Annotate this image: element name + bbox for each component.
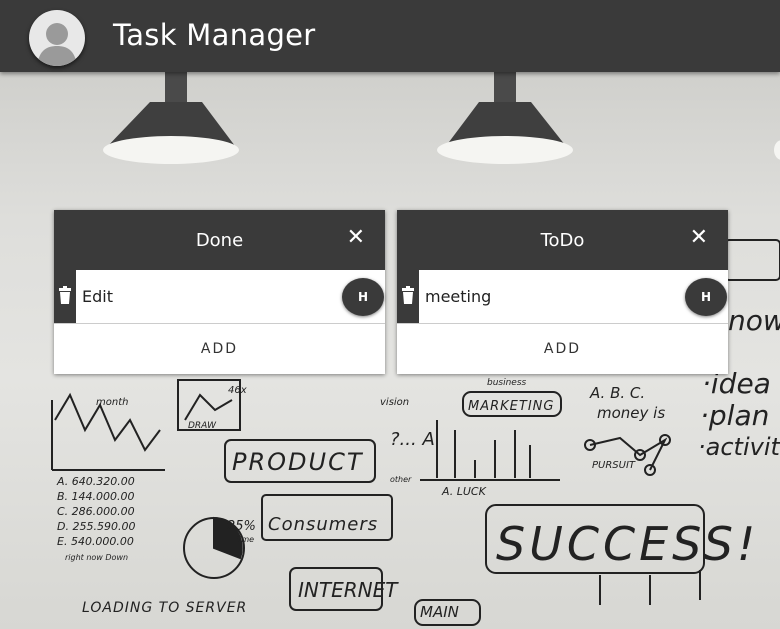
- close-list-button[interactable]: ✕: [347, 225, 365, 250]
- svg-text:INTERNET: INTERNET: [298, 578, 399, 602]
- svg-text:PURSUIT: PURSUIT: [592, 460, 636, 471]
- svg-text:vision: vision: [380, 397, 409, 408]
- add-task-button[interactable]: ADD: [54, 323, 385, 374]
- list-title: Done: [195, 230, 244, 251]
- svg-text:A. LUCK: A. LUCK: [441, 485, 487, 498]
- task-text: Edit: [82, 287, 113, 306]
- task-list-todo: ToDo ✕ meeting H ADD: [397, 210, 728, 374]
- svg-text:DRAW: DRAW: [188, 421, 217, 431]
- lamp-edge: [774, 140, 780, 160]
- task-list-done: Done ✕ Edit H ADD: [54, 210, 385, 374]
- delete-task-button[interactable]: [397, 270, 419, 323]
- svg-text:MARKETING: MARKETING: [468, 399, 554, 414]
- svg-text:·activit: ·activit: [698, 433, 780, 461]
- task-item[interactable]: Edit H: [54, 270, 385, 323]
- svg-text:time: time: [236, 535, 254, 544]
- svg-text:?... A: ?... A: [390, 429, 435, 450]
- svg-text:MAIN: MAIN: [420, 603, 459, 621]
- svg-text:D. 255.590.00: D. 255.590.00: [57, 520, 135, 533]
- svg-text:money is: money is: [597, 404, 665, 422]
- svg-text:A. 640.320.00: A. 640.320.00: [56, 475, 135, 488]
- trash-icon: [59, 286, 71, 304]
- list-header: Done ✕: [54, 210, 385, 270]
- list-title: ToDo: [540, 230, 585, 251]
- svg-text:month: month: [96, 397, 128, 408]
- top-app-bar: Task Manager: [0, 0, 780, 72]
- task-item[interactable]: meeting H: [397, 270, 728, 323]
- svg-text:PRODUCT: PRODUCT: [232, 448, 364, 476]
- person-silhouette-icon: [37, 23, 77, 66]
- svg-text:25%: 25%: [227, 519, 256, 534]
- delete-task-button[interactable]: [54, 270, 76, 323]
- user-avatar-icon[interactable]: [29, 10, 85, 66]
- svg-text:LOADING TO SERVER: LOADING TO SERVER: [82, 600, 247, 616]
- svg-text:Consumers: Consumers: [268, 514, 378, 535]
- close-list-button[interactable]: ✕: [690, 225, 708, 250]
- lamp-right: [437, 72, 573, 164]
- svg-text:business: business: [487, 378, 527, 388]
- lamp-left: [103, 72, 239, 164]
- svg-text:·plan: ·plan: [700, 399, 769, 432]
- add-task-button[interactable]: ADD: [397, 323, 728, 374]
- svg-text:right now Down: right now Down: [65, 553, 128, 562]
- svg-text:C. 286.000.00: C. 286.000.00: [57, 505, 135, 518]
- svg-text:now: now: [728, 304, 780, 337]
- task-text: meeting: [425, 287, 492, 306]
- svg-text:A. B. C.: A. B. C.: [589, 384, 645, 402]
- app-title: Task Manager: [113, 18, 316, 52]
- svg-text:other: other: [390, 475, 412, 484]
- priority-badge[interactable]: H: [342, 278, 384, 316]
- list-header: ToDo ✕: [397, 210, 728, 270]
- svg-text:46x: 46x: [228, 385, 247, 396]
- priority-badge[interactable]: H: [685, 278, 727, 316]
- svg-text:SUCCESS!: SUCCESS!: [496, 517, 759, 571]
- svg-text:B. 144.000.00: B. 144.000.00: [57, 490, 135, 503]
- trash-icon: [402, 286, 414, 304]
- svg-text:E. 540.000.00: E. 540.000.00: [57, 535, 134, 548]
